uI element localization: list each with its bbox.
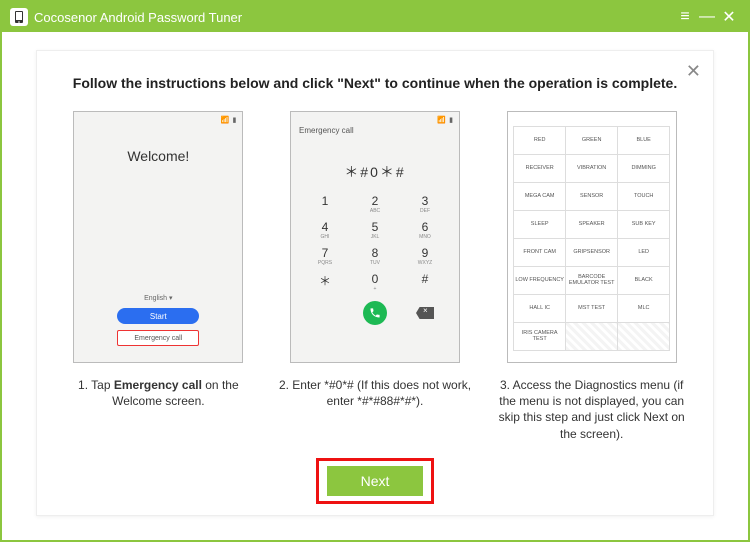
panel-close-icon[interactable]: ✕ [686, 61, 701, 82]
keypad-key: ＊ [300, 272, 350, 295]
diagnostics-grid: REDGREENBLUE RECEIVERVIBRATIONDIMMING MEGA… [514, 126, 670, 350]
diag-cell: GREEN [565, 126, 618, 155]
start-button: Start [117, 308, 199, 324]
diag-cell: MST TEST [565, 294, 618, 323]
keypad-key: 6MNO [400, 220, 450, 240]
diag-cell: SLEEP [513, 210, 566, 239]
diag-cell: GRIPSENSOR [565, 238, 618, 267]
diag-cell: SPEAKER [565, 210, 618, 239]
close-button[interactable]: ✕ [718, 6, 740, 28]
diag-cell: BLACK [617, 266, 670, 295]
cap1-pre: 1. Tap [78, 378, 114, 392]
language-selector: English ▾ [74, 294, 242, 302]
diag-cell: IRIS CAMERA TEST [513, 322, 566, 351]
keypad-key: 2ABC [350, 194, 400, 214]
step-3-caption: 3. Access the Diagnostics menu (if the m… [492, 377, 691, 442]
app-logo [10, 8, 28, 26]
diag-cell: BLUE [617, 126, 670, 155]
app-title: Cocosenor Android Password Tuner [34, 10, 674, 25]
keypad-key: 8TUV [350, 246, 400, 266]
diag-cell [617, 322, 670, 351]
backspace-icon [416, 307, 434, 319]
keypad-key: 7PQRS [300, 246, 350, 266]
next-highlight: Next [316, 458, 434, 504]
footer: Next [59, 458, 691, 504]
step-2-caption: 2. Enter *#0*# (If this does not work, e… [276, 377, 475, 409]
diag-cell: MEGA CAM [513, 182, 566, 211]
signal-icon: 📶 [221, 116, 230, 124]
diag-cell: LOW FREQUENCY [513, 266, 566, 295]
phone-diagnostics: REDGREENBLUE RECEIVERVIBRATIONDIMMING MEGA… [507, 111, 677, 363]
welcome-text: Welcome! [74, 148, 242, 164]
keypad-key: 3DEF [400, 194, 450, 214]
content-area: ✕ Follow the instructions below and clic… [2, 32, 748, 540]
dial-string: ＊#0＊# [291, 162, 459, 182]
keypad-key: 4GHI [300, 220, 350, 240]
instruction-panel: ✕ Follow the instructions below and clic… [36, 50, 714, 516]
dial-actions [300, 301, 450, 325]
keypad-key: 5JKL [350, 220, 400, 240]
menu-button[interactable]: ≡ [674, 6, 696, 28]
keypad-key: 0+ [350, 272, 400, 295]
diag-cell: SENSOR [565, 182, 618, 211]
diag-cell: RED [513, 126, 566, 155]
keypad-key: # [400, 272, 450, 295]
diag-cell: TOUCH [617, 182, 670, 211]
app-window: Cocosenor Android Password Tuner ≡ — ✕ ✕… [0, 0, 750, 542]
keypad: 12ABC3DEF 4GHI5JKL6MNO 7PQRS8TUV9WXYZ ＊0+# [300, 194, 450, 295]
steps-row: 📶 ▮ Welcome! English ▾ Start Emergency c… [59, 111, 691, 442]
diag-cell [565, 322, 618, 351]
diag-cell: BARCODE EMULATOR TEST [565, 266, 618, 295]
diag-cell: VIBRATION [565, 154, 618, 183]
titlebar: Cocosenor Android Password Tuner ≡ — ✕ [2, 2, 748, 32]
emergency-call-button: Emergency call [117, 330, 199, 346]
diag-cell: RECEIVER [513, 154, 566, 183]
panel-headline: Follow the instructions below and click … [59, 75, 691, 91]
signal-icon: 📶 [437, 116, 446, 124]
diag-cell: FRONT CAM [513, 238, 566, 267]
diag-cell: HALL IC [513, 294, 566, 323]
minimize-button[interactable]: — [696, 6, 718, 28]
phone-dialer: 📶 ▮ Emergency call ＊#0＊# 12ABC3DEF 4GHI5J… [290, 111, 460, 363]
call-icon [363, 301, 387, 325]
battery-icon: ▮ [449, 116, 453, 124]
diag-cell: DIMMING [617, 154, 670, 183]
phone-welcome: 📶 ▮ Welcome! English ▾ Start Emergency c… [73, 111, 243, 363]
step-1-caption: 1. Tap Emergency call on the Welcome scr… [59, 377, 258, 409]
battery-icon: ▮ [232, 116, 236, 124]
step-3: REDGREENBLUE RECEIVERVIBRATIONDIMMING MEGA… [492, 111, 691, 442]
lock-phone-icon [14, 10, 24, 24]
statusbar-icons: 📶 ▮ [221, 116, 237, 124]
diag-cell: MLC [617, 294, 670, 323]
emergency-call-label: Emergency call [299, 126, 354, 135]
cap1-bold: Emergency call [114, 378, 202, 392]
next-button[interactable]: Next [327, 466, 423, 496]
diag-cell: SUB KEY [617, 210, 670, 239]
statusbar-icons: 📶 ▮ [437, 116, 453, 124]
keypad-key: 1 [300, 194, 350, 214]
step-1: 📶 ▮ Welcome! English ▾ Start Emergency c… [59, 111, 258, 442]
step-2: 📶 ▮ Emergency call ＊#0＊# 12ABC3DEF 4GHI5J… [276, 111, 475, 442]
diag-cell: LED [617, 238, 670, 267]
keypad-key: 9WXYZ [400, 246, 450, 266]
